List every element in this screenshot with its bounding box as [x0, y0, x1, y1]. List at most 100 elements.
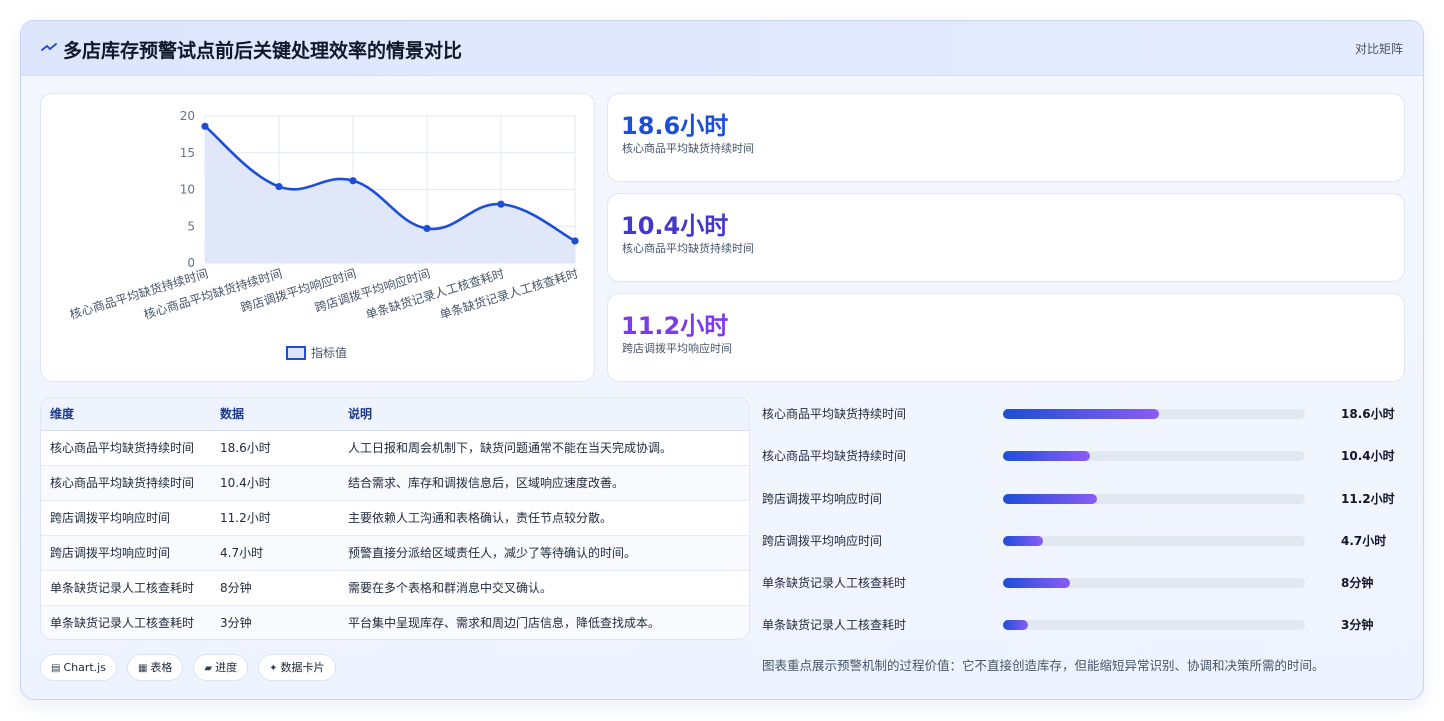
- stat-card-1: 18.6小时 核心商品平均缺货持续时间: [607, 93, 1405, 182]
- progress-value: 11.2小时: [1341, 492, 1395, 506]
- table-cell: 预警直接分派给区域责任人，减少了等待确认的时间。: [339, 535, 749, 571]
- progress-fill: [1003, 409, 1159, 419]
- y-tick-label: 20: [180, 109, 195, 123]
- chart-note: 图表重点展示预警机制的过程价值：它不直接创造库存，但能缩短异常识别、协调和决策所…: [762, 658, 1325, 673]
- table-cell: 核心商品平均缺货持续时间: [41, 465, 211, 501]
- progress-label: 核心商品平均缺货持续时间: [762, 449, 907, 463]
- stat-card-2: 10.4小时 核心商品平均缺货持续时间: [607, 193, 1405, 282]
- data-table: 维度 数据 说明 核心商品平均缺货持续时间 18.6小时 人工日报和周会机制下，…: [41, 398, 749, 639]
- table-row: 跨店调拨平均响应时间 11.2小时 主要依赖人工沟通和表格确认，责任节点较分散。: [41, 500, 749, 536]
- progress-label: 核心商品平均缺货持续时间: [762, 407, 907, 421]
- chip-progress[interactable]: ▰ 进度: [193, 654, 249, 681]
- chip-label: 表格: [150, 661, 173, 674]
- stat-label: 核心商品平均缺货持续时间: [622, 142, 754, 155]
- progress-fill: [1003, 494, 1097, 504]
- chip-data-card[interactable]: ✦ 数据卡片: [258, 654, 336, 681]
- table-row: 核心商品平均缺货持续时间 10.4小时 结合需求、库存和调拨信息后，区域响应速度…: [41, 465, 749, 501]
- table-header-row: 维度 数据 说明: [41, 398, 749, 431]
- progress-row: 跨店调拨平均响应时间 4.7小时: [761, 530, 1411, 550]
- table-cell: 结合需求、库存和调拨信息后，区域响应速度改善。: [339, 465, 749, 501]
- column-header: 说明: [339, 398, 749, 431]
- y-tick-label: 5: [187, 219, 195, 233]
- header-tag: 对比矩阵: [1354, 42, 1403, 56]
- progress-track: [1003, 578, 1305, 588]
- table-cell: 3分钟: [211, 605, 339, 639]
- stat-value: 18.6小时: [621, 112, 729, 140]
- table-row: 单条缺货记录人工核查耗时 8分钟 需要在多个表格和群消息中交叉确认。: [41, 570, 749, 606]
- chip-chartjs[interactable]: ▤ Chart.js: [40, 654, 117, 681]
- stat-label: 跨店调拨平均响应时间: [622, 342, 732, 355]
- table-cell: 11.2小时: [211, 500, 339, 536]
- header: 多店库存预警试点前后关键处理效率的情景对比 对比矩阵: [21, 21, 1423, 76]
- legend-label: 指标值: [311, 345, 347, 360]
- progress-label: 单条缺货记录人工核查耗时: [762, 576, 907, 590]
- data-point: [497, 200, 505, 208]
- progress-track: [1003, 494, 1305, 504]
- data-point: [571, 237, 579, 245]
- progress-icon: ▰: [204, 663, 213, 674]
- progress-row: 核心商品平均缺货持续时间 18.6小时: [761, 403, 1411, 423]
- progress-track: [1003, 451, 1305, 461]
- table-cell: 跨店调拨平均响应时间: [41, 500, 211, 536]
- stat-value: 11.2小时: [621, 312, 729, 340]
- y-tick-label: 0: [187, 256, 195, 270]
- progress-fill: [1003, 536, 1043, 546]
- progress-fill: [1003, 620, 1029, 630]
- table-cell: 需要在多个表格和群消息中交叉确认。: [339, 570, 749, 606]
- table-cell: 18.6小时: [211, 430, 339, 466]
- table-icon: ▦: [137, 663, 148, 674]
- progress-value: 3分钟: [1341, 618, 1374, 632]
- chip-label: 进度: [215, 661, 238, 674]
- progress-row: 核心商品平均缺货持续时间 10.4小时: [761, 445, 1411, 465]
- progress-list: 核心商品平均缺货持续时间 18.6小时 核心商品平均缺货持续时间 10.4小时 …: [761, 397, 1411, 657]
- data-point: [201, 122, 209, 130]
- data-point: [349, 177, 357, 185]
- chip-label: 数据卡片: [280, 661, 325, 674]
- table-cell: 人工日报和周会机制下，缺货问题通常不能在当天完成协调。: [339, 430, 749, 466]
- progress-value: 10.4小时: [1341, 449, 1395, 463]
- pulse-icon: [41, 43, 57, 51]
- table-cell: 单条缺货记录人工核查耗时: [41, 570, 211, 606]
- progress-value: 18.6小时: [1341, 407, 1395, 421]
- y-tick-label: 15: [180, 146, 195, 160]
- progress-track: [1003, 620, 1305, 630]
- data-point: [275, 182, 283, 191]
- column-header: 数据: [211, 398, 339, 431]
- series-area: [205, 126, 575, 263]
- progress-value: 8分钟: [1341, 576, 1374, 590]
- progress-fill: [1003, 578, 1071, 588]
- main-card: 多店库存预警试点前后关键处理效率的情景对比 对比矩阵 0 5 10 15 20 核心商品平…: [20, 20, 1424, 700]
- stat-label: 核心商品平均缺货持续时间: [622, 242, 754, 255]
- progress-label: 跨店调拨平均响应时间: [762, 492, 883, 506]
- progress-value: 4.7小时: [1341, 534, 1387, 548]
- table-cell: 10.4小时: [211, 465, 339, 501]
- table-cell: 核心商品平均缺货持续时间: [41, 430, 211, 466]
- progress-label: 跨店调拨平均响应时间: [762, 534, 883, 548]
- line-chart: 05101520核心商品平均缺货持续时间核心商品平均缺货持续时间跨店调拨平均响应…: [68, 109, 580, 360]
- line-chart-panel: 0 5 10 15 20 核心商品平均缺货持续时间 核心商品平均缺货持续时间 跨店调拨平均响应…: [40, 93, 595, 382]
- progress-label: 单条缺货记录人工核查耗时: [762, 618, 907, 632]
- table-cell: 跨店调拨平均响应时间: [41, 535, 211, 571]
- progress-row: 跨店调拨平均响应时间 11.2小时: [761, 488, 1411, 508]
- progress-track: [1003, 536, 1305, 546]
- tool-chips: ▤ Chart.js ▦ 表格 ▰ 进度 ✦ 数据卡片: [40, 654, 346, 682]
- table-row: 核心商品平均缺货持续时间 18.6小时 人工日报和周会机制下，缺货问题通常不能在…: [41, 430, 749, 466]
- progress-row: 单条缺货记录人工核查耗时 3分钟: [761, 614, 1411, 634]
- table-cell: 4.7小时: [211, 535, 339, 571]
- chip-table[interactable]: ▦ 表格: [126, 654, 184, 681]
- data-table-panel: 维度 数据 说明 核心商品平均缺货持续时间 18.6小时 人工日报和周会机制下，…: [40, 397, 750, 640]
- table-cell: 8分钟: [211, 570, 339, 606]
- table-row: 单条缺货记录人工核查耗时 3分钟 平台集中呈现库存、需求和周边门店信息，降低查找…: [41, 605, 749, 639]
- legend-swatch: [286, 346, 306, 360]
- progress-track: [1003, 409, 1305, 419]
- sparkle-icon: ✦: [269, 663, 278, 674]
- table-cell: 单条缺货记录人工核查耗时: [41, 605, 211, 639]
- column-header: 维度: [41, 398, 211, 431]
- chip-label: Chart.js: [63, 661, 106, 674]
- chart-icon: ▤: [51, 663, 61, 674]
- data-point: [423, 224, 431, 233]
- progress-fill: [1003, 451, 1091, 461]
- y-tick-label: 10: [180, 183, 195, 197]
- table-cell: 平台集中呈现库存、需求和周边门店信息，降低查找成本。: [339, 605, 749, 639]
- page-title: 多店库存预警试点前后关键处理效率的情景对比: [63, 40, 463, 62]
